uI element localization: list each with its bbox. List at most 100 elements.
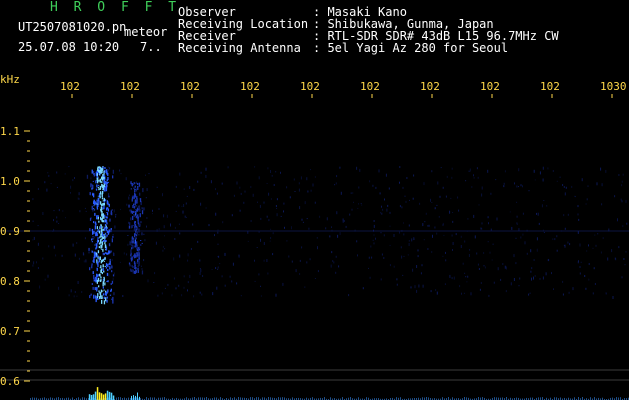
echo-pixel (95, 276, 97, 279)
freq-tick-label: 1.0 (0, 175, 20, 188)
noise-dot (528, 293, 530, 296)
noise-dot (522, 185, 523, 188)
echo-pixel (96, 296, 98, 299)
noise-dot (488, 222, 489, 225)
echo-pixel (100, 206, 102, 209)
echo-pixel (106, 231, 109, 233)
noise-dot (200, 171, 202, 174)
noise-dot (47, 274, 49, 278)
noise-dot (420, 272, 422, 275)
noise-dot (217, 229, 219, 232)
noise-dot (361, 204, 363, 206)
echo-pixel (93, 209, 96, 211)
freq-tick-label: 0.8 (0, 275, 20, 288)
noise-dot (380, 278, 382, 281)
noise-dot (424, 221, 426, 223)
noise-dot (174, 238, 176, 240)
noise-dot (183, 286, 185, 289)
echo-pixel (108, 265, 111, 268)
echo-pixel (129, 264, 131, 267)
noise-dot (572, 287, 574, 291)
noise-dot (520, 184, 522, 187)
echo-pixel (107, 201, 109, 204)
echo-pixel (130, 249, 132, 254)
level-peak (137, 392, 138, 400)
noise-dot (622, 173, 624, 176)
noise-dot (214, 234, 215, 237)
noise-dot (430, 290, 432, 293)
noise-dot (162, 193, 163, 197)
noise-dot (187, 253, 189, 257)
echo-pixel (102, 207, 104, 209)
echo-pixel (104, 214, 106, 217)
echo-pixel (106, 299, 108, 303)
echo-pixel (137, 221, 139, 223)
noise-dot (470, 292, 472, 296)
noise-dot (505, 266, 507, 270)
echo-pixel (132, 269, 134, 274)
file-name: UT2507081020.pn (18, 20, 127, 34)
noise-dot (586, 198, 588, 201)
noise-dot (302, 221, 304, 223)
noise-dot (443, 234, 445, 236)
noise-dot (263, 242, 265, 245)
noise-dot (401, 206, 403, 209)
noise-dot (33, 236, 35, 240)
noise-dot (435, 289, 437, 291)
level-peak (135, 395, 136, 400)
noise-dot (562, 280, 564, 283)
level-peak (133, 395, 134, 400)
noise-dot (58, 223, 60, 224)
noise-dot (518, 285, 520, 287)
echo-pixel (134, 229, 136, 231)
noise-dot (146, 217, 148, 219)
noise-dot (468, 170, 470, 172)
echo-pixel (132, 184, 134, 185)
noise-dot (275, 293, 277, 297)
noise-dot (32, 239, 34, 241)
noise-dot (536, 237, 538, 241)
echo-pixel (108, 195, 110, 197)
noise-dot (349, 213, 351, 216)
noise-dot (52, 230, 54, 232)
noise-dot (373, 220, 375, 222)
echo-pixel (92, 236, 94, 238)
noise-dot (62, 210, 64, 212)
noise-dot (146, 225, 147, 228)
echo-pixel (93, 173, 95, 177)
noise-dot (81, 291, 83, 293)
echo-pixel (138, 261, 140, 265)
echo-pixel (99, 178, 101, 183)
echo-pixel (131, 244, 133, 247)
noise-dot (621, 180, 623, 183)
noise-dot (581, 178, 583, 182)
noise-dot (56, 171, 58, 174)
echo-pixel (92, 271, 94, 275)
echo-pixel (137, 218, 139, 222)
noise-dot (37, 188, 39, 190)
echo-pixel (96, 215, 98, 220)
echo-pixel (129, 268, 132, 272)
noise-dot (548, 258, 550, 261)
noise-dot (304, 201, 306, 205)
noise-dot (145, 197, 147, 199)
noise-dot (389, 244, 391, 246)
echo-pixel (137, 186, 139, 190)
noise-dot (473, 174, 474, 177)
echo-pixel (100, 248, 103, 250)
time-tick-label: 102 (120, 80, 140, 93)
echo-pixel (101, 177, 103, 181)
noise-dot (126, 253, 128, 256)
noise-dot (236, 282, 238, 285)
noise-dot (471, 186, 473, 188)
noise-dot (352, 192, 354, 194)
noise-dot (36, 261, 37, 264)
echo-pixel (136, 207, 139, 212)
echo-pixel (134, 188, 136, 190)
echo-pixel (102, 174, 104, 178)
noise-dot (74, 291, 76, 293)
noise-dot (72, 179, 74, 182)
noise-dot (387, 204, 389, 207)
level-peak (96, 387, 99, 400)
noise-dot (462, 262, 464, 265)
